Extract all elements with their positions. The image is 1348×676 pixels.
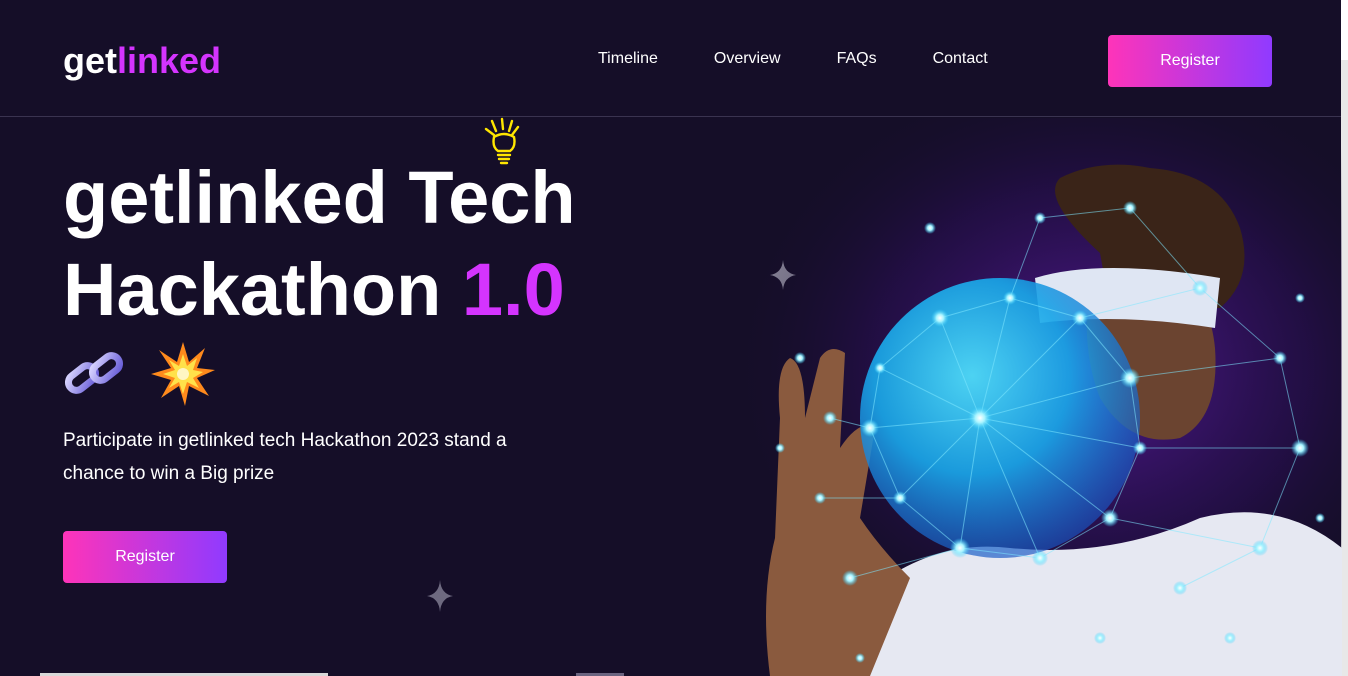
logo-text-main: get — [63, 40, 117, 81]
logo-text-accent: linked — [117, 40, 222, 81]
nav-links: Timeline Overview FAQs Contact — [598, 50, 1044, 68]
hero-title-line2: Hackathon 1.0 — [63, 244, 576, 336]
hero-title-line1: getlinked Tech — [63, 156, 576, 239]
chain-link-icon — [64, 352, 124, 394]
hero-title-line2-main: Hackathon — [63, 248, 462, 331]
explosion-icon — [151, 342, 215, 406]
nav-register-button[interactable]: Register — [1108, 35, 1272, 87]
hero-emoji-row — [63, 340, 217, 408]
nav-link-faqs[interactable]: FAQs — [837, 50, 877, 68]
hero-description: Participate in getlinked tech Hackathon … — [63, 430, 507, 484]
navbar: getlinked Timeline Overview FAQs Contact… — [0, 0, 1341, 117]
hero-image-vr-man-globe — [680, 118, 1342, 676]
hero-title-version: 1.0 — [461, 248, 565, 331]
page-scrollbar[interactable] — [1341, 0, 1348, 676]
scrollbar-thumb[interactable] — [1341, 0, 1348, 60]
nav-link-contact[interactable]: Contact — [933, 50, 988, 68]
nav-link-timeline[interactable]: Timeline — [598, 50, 658, 68]
hero-title: getlinked Tech Hackathon 1.0 — [63, 152, 576, 336]
hero-register-button[interactable]: Register — [63, 531, 227, 583]
nav-link-overview[interactable]: Overview — [714, 50, 781, 68]
sparkle-star-icon — [427, 580, 453, 612]
logo[interactable]: getlinked — [63, 40, 221, 82]
